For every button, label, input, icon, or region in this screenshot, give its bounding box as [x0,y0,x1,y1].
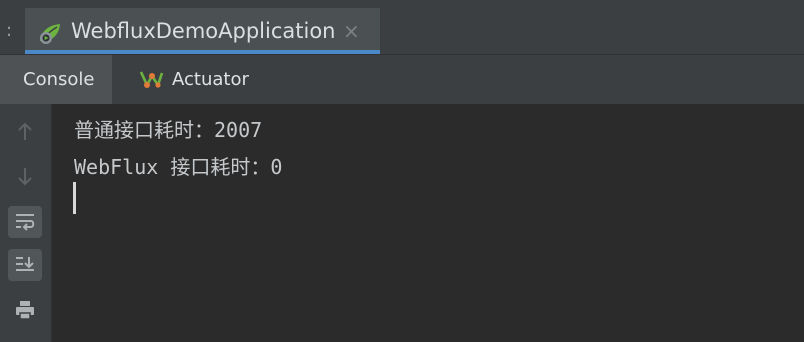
down-arrow-icon [18,168,32,186]
print-icon [16,301,34,320]
console-line: WebFlux 接口耗时：0 [74,155,283,179]
console-line: 普通接口耗时：2007 [74,118,263,142]
tab-console-label: Console [23,69,95,90]
tab-overflow-menu[interactable]: : [6,22,12,40]
actuator-icon [138,67,164,91]
close-icon[interactable]: × [343,21,360,41]
tab-actuator-label: Actuator [172,69,249,90]
spring-boot-run-icon [37,21,63,45]
soft-wrap-button[interactable] [8,206,42,238]
console-toolbar [0,104,52,342]
run-tool-window: : WebfluxDemoApplication × Console Actua… [0,0,804,342]
run-tab-webflux-demo-application[interactable]: WebfluxDemoApplication × [25,8,380,54]
console-output[interactable]: 普通接口耗时：2007 WebFlux 接口耗时：0 [52,104,804,342]
scroll-to-end-icon [16,257,34,271]
soft-wrap-icon [16,214,35,231]
tab-actuator[interactable]: Actuator [130,55,270,104]
tab-console[interactable]: Console [0,55,112,104]
print-button[interactable] [8,294,42,326]
up-arrow-button[interactable] [8,116,42,148]
run-tab-bar: : WebfluxDemoApplication × [0,0,804,54]
down-arrow-button[interactable] [8,160,42,192]
run-tab-label: WebfluxDemoApplication [71,19,336,43]
text-caret [73,182,76,214]
scroll-to-end-button[interactable] [8,249,42,281]
up-arrow-icon [18,122,32,140]
tool-tab-bar: Console Actuator [0,54,804,104]
